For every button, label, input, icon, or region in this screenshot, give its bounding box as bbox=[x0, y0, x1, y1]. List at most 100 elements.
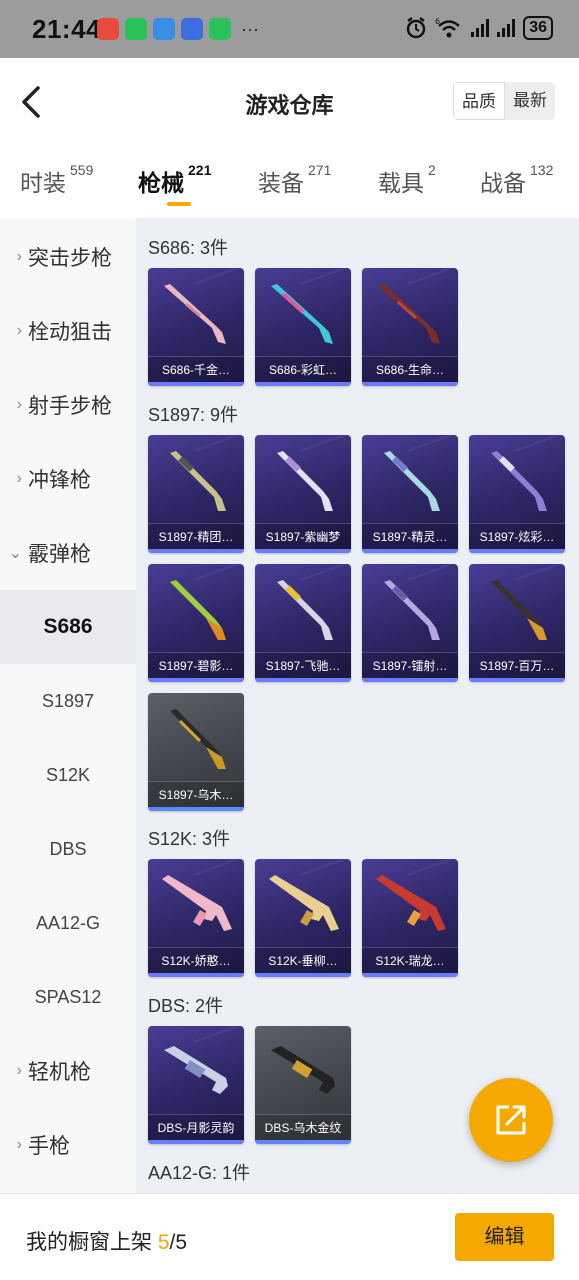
item-name: S686-彩虹… bbox=[255, 356, 351, 382]
item-name: S1897-飞驰… bbox=[255, 652, 351, 678]
rifle-icon bbox=[269, 875, 339, 931]
shotgun-icon bbox=[170, 451, 226, 511]
category-tabs: 时装 559 枪械 221 装备 271 载具 2 战备 132 bbox=[0, 148, 579, 218]
tab-count: 271 bbox=[308, 162, 332, 178]
sidebar-item-label: AA12-G bbox=[35, 912, 101, 933]
sidebar-item-spas12[interactable]: SPAS12 bbox=[0, 960, 136, 1034]
sidebar-item-bolt-sniper[interactable]: › 栓动狙击 bbox=[0, 294, 136, 368]
shotgun-icon bbox=[384, 580, 440, 640]
shotgun-icon bbox=[491, 451, 547, 511]
sidebar-item-s12k[interactable]: S12K bbox=[0, 738, 136, 812]
status-bar: 21:44 ··· 6 36 bbox=[0, 0, 579, 58]
sidebar-item-shotgun[interactable]: ⌄ 霰弹枪 bbox=[0, 516, 136, 590]
item-name: S1897-炫彩… bbox=[469, 523, 565, 549]
showcase-total-count: /5 bbox=[169, 1231, 188, 1254]
item-name: S1897-精灵… bbox=[362, 523, 458, 549]
item-card[interactable]: S686-彩虹… bbox=[255, 268, 351, 386]
item-card[interactable]: S12K-娇憨… bbox=[148, 859, 244, 977]
chevron-right-icon: › bbox=[16, 470, 22, 487]
sidebar-item-s1897[interactable]: S1897 bbox=[0, 664, 136, 738]
sidebar-item-label: DBS bbox=[49, 838, 87, 859]
weapon-type-sidebar: › 突击步枪 › 栓动狙击 › 射手步枪 › 冲锋枪 ⌄ 霰弹枪 S686 S1897 S… bbox=[0, 218, 136, 1193]
sidebar-item-assault-rifle[interactable]: › 突击步枪 bbox=[0, 220, 136, 294]
item-card[interactable]: S12K-瑞龙… bbox=[362, 859, 458, 977]
tab-label: 枪械 bbox=[138, 170, 184, 196]
item-card[interactable]: S1897-飞驰… bbox=[255, 564, 351, 682]
item-name: S12K-瑞龙… bbox=[362, 947, 458, 973]
shotgun-icon bbox=[170, 580, 226, 640]
item-card[interactable]: S1897-乌木… bbox=[148, 693, 244, 811]
item-card[interactable]: S1897-百万… bbox=[469, 564, 565, 682]
item-card[interactable]: S686-生命… bbox=[362, 268, 458, 386]
tab-equipment[interactable]: 装备 271 bbox=[258, 162, 332, 198]
tab-count: 2 bbox=[428, 162, 436, 178]
rifle-icon bbox=[376, 875, 446, 931]
sidebar-item-smg[interactable]: › 冲锋枪 bbox=[0, 442, 136, 516]
sidebar-item-label: 冲锋枪 bbox=[28, 469, 91, 492]
more-notifications-icon: ··· bbox=[241, 18, 259, 39]
item-name: DBS-月影灵韵 bbox=[148, 1114, 244, 1140]
item-name: S12K-娇憨… bbox=[148, 947, 244, 973]
tab-combat-supplies[interactable]: 战备 132 bbox=[480, 162, 553, 198]
shotgun-icon bbox=[384, 451, 440, 511]
sidebar-item-label: S686 bbox=[43, 615, 93, 638]
shotgun-icon bbox=[164, 1046, 228, 1094]
tab-vehicles[interactable]: 载具 2 bbox=[378, 162, 436, 198]
item-name: S1897-碧影… bbox=[148, 652, 244, 678]
item-name: S1897-精团… bbox=[148, 523, 244, 549]
sidebar-item-pistol[interactable]: › 手枪 bbox=[0, 1108, 136, 1182]
item-card[interactable]: S1897-炫彩… bbox=[469, 435, 565, 553]
sidebar-item-s686[interactable]: S686 bbox=[0, 590, 136, 664]
item-name: S1897-乌木… bbox=[148, 781, 244, 807]
shotgun-icon bbox=[491, 580, 547, 640]
group-title-dbs: DBS: 2件 bbox=[148, 996, 224, 1016]
chevron-right-icon: › bbox=[16, 1062, 22, 1079]
tab-firearms[interactable]: 枪械 221 bbox=[138, 162, 211, 198]
sort-latest-button[interactable]: 最新 bbox=[505, 82, 555, 120]
shotgun-icon bbox=[277, 451, 333, 511]
showcase-bar: 我的橱窗上架 5/5 编辑 bbox=[0, 1193, 579, 1280]
sidebar-item-label: 射手步枪 bbox=[28, 395, 112, 418]
item-card[interactable]: S1897-碧影… bbox=[148, 564, 244, 682]
app-notification-icon bbox=[153, 18, 175, 40]
item-card[interactable]: S1897-紫幽梦 bbox=[255, 435, 351, 553]
external-link-icon bbox=[496, 1105, 526, 1135]
group-title-s12k: S12K: 3件 bbox=[148, 829, 231, 849]
item-name: S12K-垂柳… bbox=[255, 947, 351, 973]
tab-label: 时装 bbox=[20, 170, 66, 196]
tab-fashion[interactable]: 时装 559 bbox=[20, 162, 93, 198]
item-card[interactable]: DBS-乌木金纹 bbox=[255, 1026, 351, 1144]
shotgun-icon bbox=[271, 1046, 335, 1094]
edit-button[interactable]: 编辑 bbox=[455, 1213, 554, 1261]
item-name: S1897-紫幽梦 bbox=[255, 523, 351, 549]
cellular-signal-icon bbox=[471, 19, 490, 37]
sidebar-item-marksman-rifle[interactable]: › 射手步枪 bbox=[0, 368, 136, 442]
shotgun-icon bbox=[164, 284, 226, 344]
tab-label: 战备 bbox=[480, 170, 526, 196]
chevron-right-icon: › bbox=[16, 396, 22, 413]
rifle-icon bbox=[162, 875, 232, 931]
item-card[interactable]: S1897-精团… bbox=[148, 435, 244, 553]
shotgun-icon bbox=[378, 284, 440, 344]
alarm-icon bbox=[406, 17, 426, 39]
sidebar-item-label: 手枪 bbox=[28, 1135, 70, 1158]
item-name: S686-生命… bbox=[362, 356, 458, 382]
sidebar-item-aa12g[interactable]: AA12-G bbox=[0, 886, 136, 960]
item-card[interactable]: S686-千金… bbox=[148, 268, 244, 386]
share-button[interactable] bbox=[469, 1078, 553, 1162]
group-title-s686: S686: 3件 bbox=[148, 238, 229, 258]
item-name: S686-千金… bbox=[148, 356, 244, 382]
item-card[interactable]: S12K-垂柳… bbox=[255, 859, 351, 977]
sidebar-item-lmg[interactable]: › 轻机枪 bbox=[0, 1034, 136, 1108]
chevron-right-icon: › bbox=[16, 1136, 22, 1153]
item-card[interactable]: S1897-镭射… bbox=[362, 564, 458, 682]
group-title-s1897: S1897: 9件 bbox=[148, 405, 239, 425]
sidebar-item-dbs[interactable]: DBS bbox=[0, 812, 136, 886]
wechat-icon bbox=[125, 18, 147, 40]
chevron-down-icon: ⌄ bbox=[8, 545, 22, 562]
chevron-right-icon: › bbox=[16, 322, 22, 339]
sort-quality-button[interactable]: 品质 bbox=[453, 82, 505, 120]
item-card[interactable]: S1897-精灵… bbox=[362, 435, 458, 553]
active-tab-indicator bbox=[167, 202, 191, 206]
item-card[interactable]: DBS-月影灵韵 bbox=[148, 1026, 244, 1144]
